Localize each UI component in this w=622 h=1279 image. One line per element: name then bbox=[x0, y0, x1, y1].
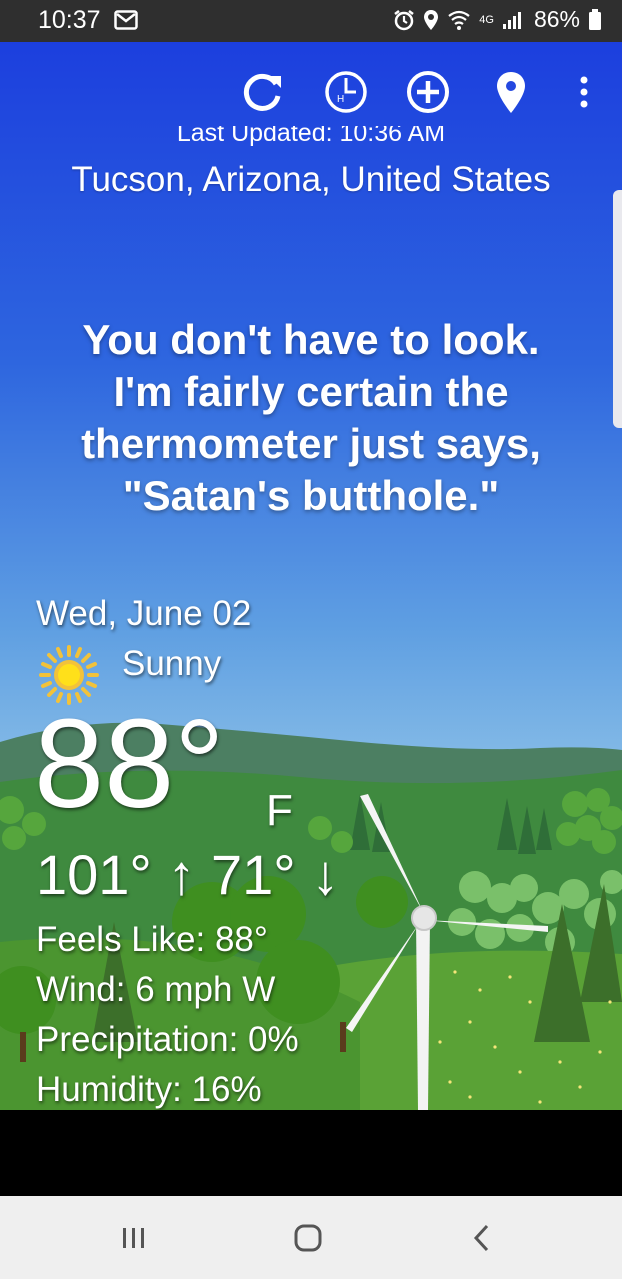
wind: Wind: 6 mph W bbox=[36, 970, 276, 1009]
weather-condition: Sunny bbox=[122, 644, 222, 683]
system-nav-bar bbox=[0, 1196, 622, 1279]
status-time: 10:37 bbox=[38, 6, 101, 34]
location-pin-icon[interactable] bbox=[487, 68, 535, 116]
forecast-date: Wed, June 02 bbox=[36, 594, 252, 633]
quote-line: "Satan's butthole." bbox=[122, 472, 500, 519]
humidity: Humidity: 16% bbox=[36, 1070, 262, 1109]
mail-icon bbox=[114, 10, 138, 30]
svg-text:H: H bbox=[337, 94, 344, 105]
current-temperature: 88° bbox=[34, 693, 225, 834]
high-low-temperature: 101° ↑ 71° ↓ bbox=[36, 843, 340, 906]
quote-line: thermometer just says, bbox=[81, 420, 541, 467]
battery-icon bbox=[589, 8, 601, 30]
feels-like: Feels Like: 88° bbox=[36, 920, 268, 959]
battery-percent: 86% bbox=[533, 6, 580, 32]
quote-line: I'm fairly certain the bbox=[113, 368, 509, 415]
home-button[interactable] bbox=[288, 1218, 328, 1258]
recent-apps-button[interactable] bbox=[114, 1218, 154, 1258]
quote-line: You don't have to look. bbox=[82, 316, 540, 363]
precipitation: Precipitation: 0% bbox=[36, 1020, 299, 1059]
add-location-icon[interactable] bbox=[404, 68, 452, 116]
network-type: 4G bbox=[479, 13, 494, 26]
alarm-icon bbox=[394, 9, 415, 30]
signal-icon bbox=[502, 11, 521, 29]
bottom-blank-area bbox=[0, 1110, 622, 1196]
temperature-unit: F bbox=[266, 786, 293, 835]
weather-quote: You don't have to look. I'm fairly certa… bbox=[60, 314, 562, 522]
last-updated: Last Updated: 10:36 AM bbox=[176, 126, 446, 146]
more-vert-icon[interactable] bbox=[560, 68, 608, 116]
location-name[interactable]: Tucson, Arizona, United States bbox=[0, 160, 622, 200]
location-status-icon bbox=[424, 9, 439, 30]
scroll-handle[interactable] bbox=[613, 190, 622, 428]
weather-app: H Last Updated: 10:36 AM Tucson, Arizona… bbox=[0, 42, 622, 1110]
status-bar: 10:37 4G 86% bbox=[0, 0, 622, 42]
refresh-icon[interactable] bbox=[239, 68, 287, 116]
clock-history-icon[interactable]: H bbox=[322, 68, 370, 116]
back-button[interactable] bbox=[462, 1218, 502, 1258]
wifi-icon bbox=[448, 10, 470, 30]
